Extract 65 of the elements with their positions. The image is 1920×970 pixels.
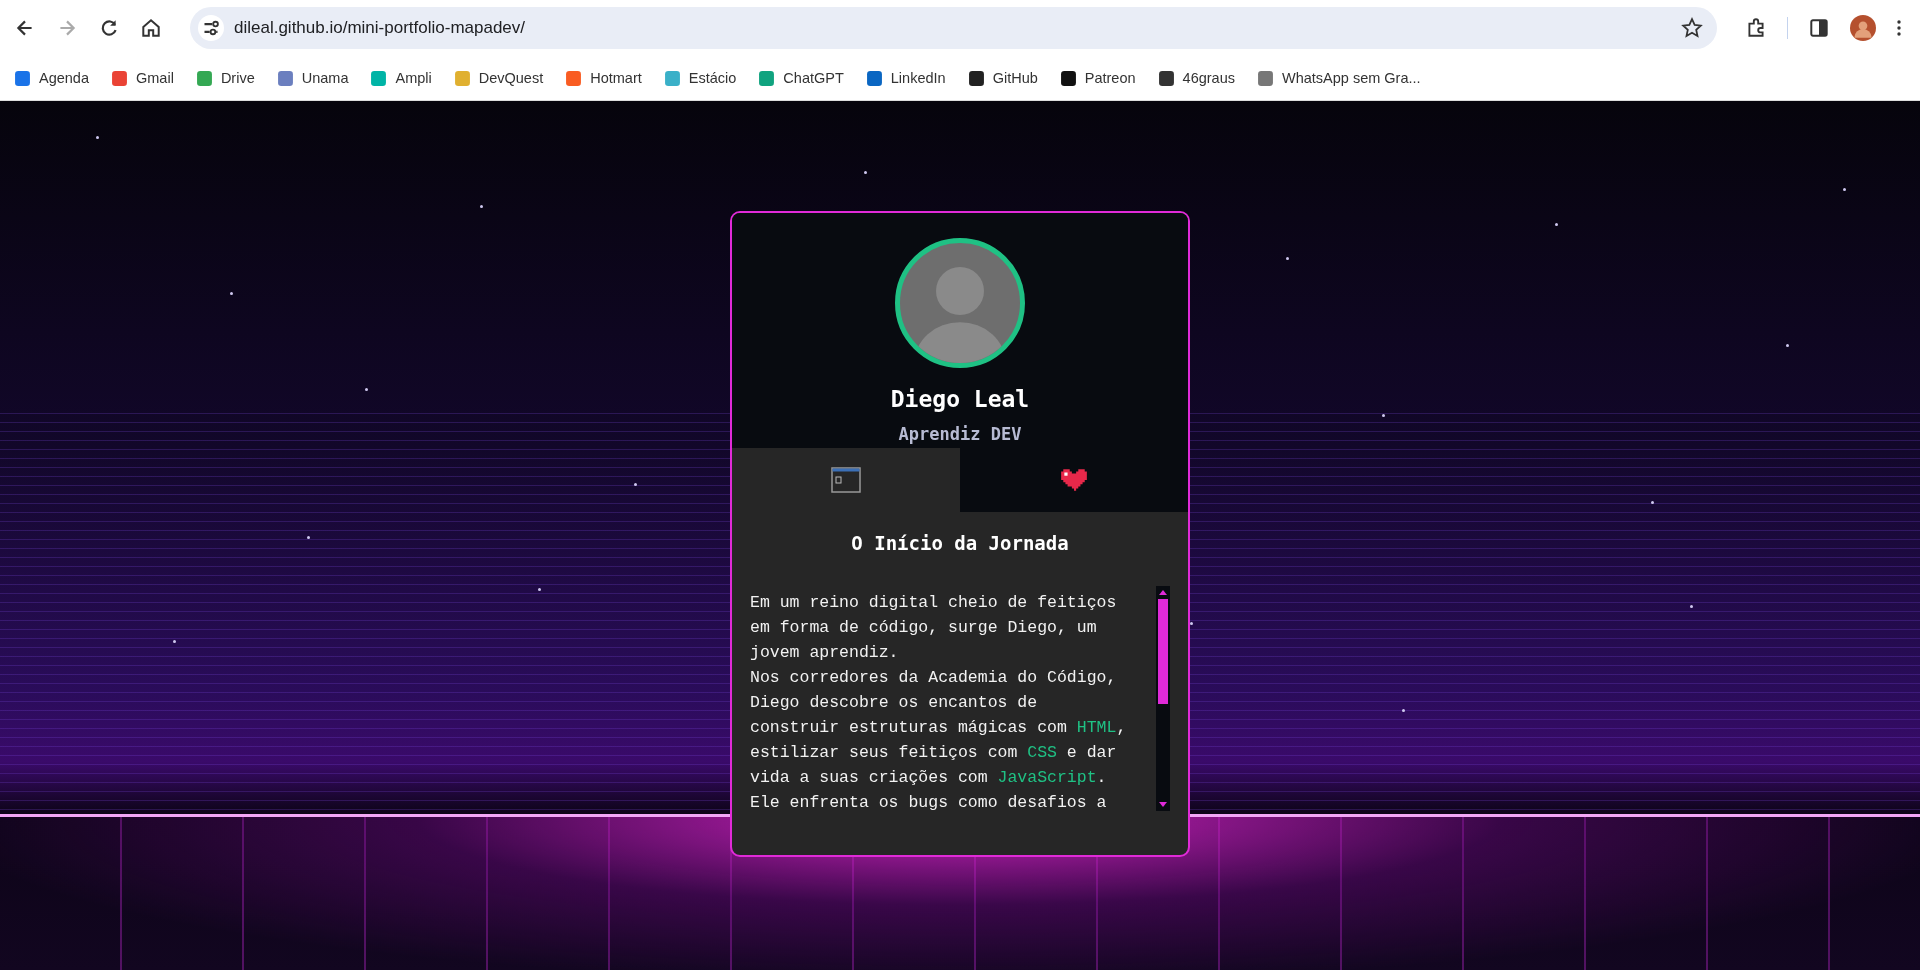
star-dot bbox=[1382, 413, 1386, 417]
favicon-icon bbox=[453, 69, 471, 87]
bookmark-link[interactable]: GitHub bbox=[967, 69, 1038, 87]
star-dot bbox=[537, 587, 541, 591]
star-dot bbox=[1785, 344, 1789, 348]
star-dot bbox=[1689, 605, 1693, 608]
star-dot bbox=[172, 639, 176, 643]
bookmark-link[interactable]: ChatGPT bbox=[758, 69, 844, 87]
favicon-icon bbox=[1059, 69, 1077, 87]
bookmark-link[interactable]: WhatsApp sem Gra... bbox=[1256, 69, 1421, 87]
star-dot bbox=[1286, 257, 1290, 261]
favicon-icon bbox=[111, 69, 128, 87]
puzzle-piece-icon[interactable] bbox=[1745, 17, 1767, 39]
bookmark-link[interactable]: LinkedIn bbox=[865, 69, 946, 87]
favicon-icon bbox=[14, 69, 31, 87]
favicon-icon bbox=[758, 69, 776, 87]
star-dot bbox=[480, 205, 483, 209]
star-dot bbox=[1843, 187, 1847, 191]
scroll-down-icon[interactable] bbox=[1159, 802, 1167, 807]
favicon-icon bbox=[1256, 69, 1274, 87]
bookmark-link[interactable]: Agenda bbox=[14, 69, 89, 87]
favicon-icon bbox=[195, 69, 213, 87]
favicon-icon bbox=[370, 69, 388, 87]
story-text: Em um reino digital cheio de feitiços em forma de código, surge Diego, um jovem aprendiz. Nos corredores da Academia do Código, Diego descobre os encantos de construir estruturas mágicas com HTML, estilizar seus feitiços com CSS e dar vida a suas criações com JavaScript. Ele enfrenta os bugs como desafios a bbox=[750, 592, 1128, 814]
bookmark-link[interactable]: Drive bbox=[195, 69, 255, 87]
favicon-icon bbox=[565, 69, 583, 87]
profile-name: Diego Leal bbox=[890, 386, 1030, 412]
bookmark-link[interactable]: Gmail bbox=[111, 69, 174, 87]
favicon-icon bbox=[276, 69, 294, 87]
favicon-icon bbox=[967, 69, 985, 87]
scrollbar[interactable] bbox=[1156, 586, 1170, 811]
bookmark-link[interactable]: 46graus bbox=[1157, 69, 1235, 87]
star-dot bbox=[364, 387, 368, 391]
bookmark-link[interactable]: DevQuest bbox=[453, 69, 544, 87]
profile-avatar-icon[interactable] bbox=[1850, 15, 1876, 41]
star-dot bbox=[1190, 622, 1194, 626]
star-dot bbox=[1555, 222, 1559, 226]
bookmark-link[interactable]: Unama bbox=[276, 69, 349, 87]
tab[interactable] bbox=[732, 448, 960, 512]
star-dot bbox=[96, 135, 99, 139]
bookmark-link[interactable]: Estácio bbox=[663, 69, 737, 87]
window-icon bbox=[831, 467, 861, 493]
star-dot bbox=[1401, 709, 1405, 713]
site-settings-icon[interactable] bbox=[198, 15, 224, 41]
bookmark-link[interactable]: Hotmart bbox=[565, 69, 642, 87]
favicon-icon bbox=[865, 69, 883, 87]
bookmark-star-icon[interactable] bbox=[1681, 17, 1703, 39]
star-dot bbox=[230, 292, 234, 296]
scroll-up-icon[interactable] bbox=[1159, 590, 1167, 595]
home-icon[interactable] bbox=[140, 17, 162, 39]
favicon-icon bbox=[663, 69, 681, 87]
menu-icon[interactable] bbox=[1896, 18, 1902, 38]
profile-role: Aprendiz DEV bbox=[898, 424, 1022, 444]
address-bar[interactable]: dileal.github.io/mini-portfolio-mapadev/ bbox=[190, 7, 1717, 49]
favicon-icon bbox=[1157, 69, 1175, 87]
bookmark-link[interactable]: Ampli bbox=[370, 69, 432, 87]
story-title: O Início da Jornada bbox=[850, 532, 1070, 554]
star-dot bbox=[864, 170, 867, 174]
bookmark-link[interactable]: Patreon bbox=[1059, 69, 1136, 87]
star-dot bbox=[307, 535, 311, 539]
star-dot bbox=[1651, 500, 1655, 504]
side-panel-icon[interactable] bbox=[1808, 17, 1830, 39]
heart-icon bbox=[1059, 467, 1089, 493]
star-dot bbox=[633, 483, 637, 487]
url-text: dileal.github.io/mini-portfolio-mapadev/ bbox=[234, 18, 527, 38]
